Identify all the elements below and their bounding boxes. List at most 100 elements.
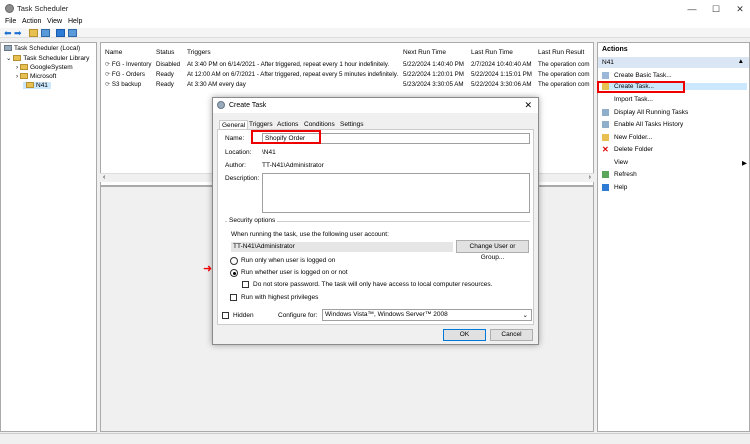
back-icon[interactable]: ⬅ xyxy=(4,29,13,38)
create-task-highlight xyxy=(597,81,685,93)
actions-section-n41[interactable]: N41 ▲ xyxy=(598,57,749,68)
enable-history-action[interactable]: Enable All Tasks History xyxy=(602,121,683,128)
highest-privileges-checkbox[interactable] xyxy=(230,294,237,301)
do-not-store-password-label: Do not store password. The task will onl… xyxy=(253,281,493,288)
title-bar: Task Scheduler — ☐ ✕ xyxy=(0,0,750,18)
column-header-next-run[interactable]: Next Run Time xyxy=(403,49,446,56)
table-row-next-run: 5/22/2024 1:20:01 PM xyxy=(403,71,464,78)
close-button[interactable]: ✕ xyxy=(732,3,748,15)
show-hide-tree-icon[interactable] xyxy=(41,29,50,37)
console-tree: Task Scheduler (Local) ⌄ Task Scheduler … xyxy=(0,42,97,432)
refresh-icon xyxy=(602,171,609,178)
table-row-last-result: The operation com xyxy=(538,81,590,88)
table-row-name[interactable]: ⟳ S3 backup xyxy=(105,81,157,88)
refresh-action[interactable]: Refresh xyxy=(602,171,637,178)
table-row-status: Ready xyxy=(156,71,174,78)
window-title: Task Scheduler xyxy=(17,4,69,13)
clock-icon xyxy=(4,45,12,52)
run-logged-on-radio[interactable] xyxy=(230,257,238,265)
create-basic-task-action[interactable]: Create Basic Task... xyxy=(602,72,672,79)
description-label: Description: xyxy=(225,175,260,182)
dialog-title: Create Task xyxy=(229,102,267,109)
basic-task-icon xyxy=(602,72,609,79)
table-row-last-result: The operation com xyxy=(538,71,590,78)
tree-item-n41[interactable]: N41 xyxy=(23,82,51,89)
table-row-next-run: 5/23/2024 3:30:05 AM xyxy=(403,81,464,88)
table-row-triggers: At 3:40 PM on 6/14/2021 - After triggere… xyxy=(187,61,390,68)
folder-icon xyxy=(26,82,34,89)
configure-for-label: Configure for: xyxy=(278,312,318,319)
column-header-triggers[interactable]: Triggers xyxy=(187,49,211,56)
scroll-left-icon[interactable]: ‹ xyxy=(103,174,105,181)
tree-item-library[interactable]: ⌄ Task Scheduler Library xyxy=(6,54,89,62)
dialog-close-button[interactable]: ✕ xyxy=(524,100,532,111)
show-hide-actions-icon[interactable] xyxy=(68,29,77,37)
folder-icon xyxy=(19,73,28,80)
actions-header: Actions xyxy=(602,46,628,53)
history-icon xyxy=(602,121,609,128)
delete-folder-action[interactable]: ✕ Delete Folder xyxy=(602,146,653,154)
chevron-down-icon[interactable]: ⌄ xyxy=(6,55,11,62)
display-running-tasks-action[interactable]: Display All Running Tasks xyxy=(602,109,688,116)
cancel-button[interactable]: Cancel xyxy=(490,329,533,341)
security-account-prompt: When running the task, use the following… xyxy=(231,231,389,238)
do-not-store-password-checkbox[interactable] xyxy=(242,281,249,288)
menu-view[interactable]: View xyxy=(47,18,62,25)
menu-help[interactable]: Help xyxy=(68,18,82,25)
column-header-last-result[interactable]: Last Run Result xyxy=(538,49,584,56)
configure-for-select[interactable]: Windows Vista™, Windows Server™ 2008 ⌄ xyxy=(322,309,532,321)
highest-privileges-label: Run with highest privileges xyxy=(241,294,319,301)
clock-icon xyxy=(217,101,225,109)
run-logged-on-label: Run only when user is logged on xyxy=(241,257,336,264)
chevron-down-icon: ⌄ xyxy=(522,312,528,319)
hidden-checkbox[interactable] xyxy=(222,312,229,319)
running-tasks-icon xyxy=(602,109,609,116)
name-label: Name: xyxy=(225,135,245,142)
tree-item-googlesystem[interactable]: › GoogleSystem xyxy=(16,64,73,71)
status-bar xyxy=(0,433,750,444)
table-row-status: Ready xyxy=(156,81,174,88)
run-whether-logged-on-radio[interactable] xyxy=(230,269,238,277)
table-row-triggers: At 12:00 AM on 6/7/2021 - After triggere… xyxy=(187,71,399,78)
view-action[interactable]: View ▶ xyxy=(602,159,747,167)
column-header-status[interactable]: Status xyxy=(156,49,174,56)
folder-icon xyxy=(13,55,22,62)
submenu-arrow-icon: ▶ xyxy=(742,160,747,167)
dialog-title-bar: Create Task ✕ xyxy=(213,98,538,113)
import-task-action[interactable]: Import Task... xyxy=(602,96,653,103)
minimize-button[interactable]: — xyxy=(684,3,700,15)
table-row-name[interactable]: ⟳ FG - Inventory xyxy=(105,61,157,68)
change-user-button[interactable]: Change User or Group... xyxy=(456,240,529,261)
table-row-last-result: The operation com xyxy=(538,61,590,68)
description-field[interactable] xyxy=(262,173,530,213)
author-label: Author: xyxy=(225,162,246,169)
location-value: \N41 xyxy=(262,149,276,156)
column-header-last-run[interactable]: Last Run Time xyxy=(471,49,513,56)
chevron-right-icon[interactable]: › xyxy=(16,73,18,80)
tree-item-microsoft[interactable]: › Microsoft xyxy=(16,73,56,80)
location-label: Location: xyxy=(225,149,252,156)
maximize-button[interactable]: ☐ xyxy=(708,3,724,15)
table-row-name[interactable]: ⟳ FG - Orders xyxy=(105,71,157,78)
menu-file[interactable]: File xyxy=(5,18,16,25)
scroll-right-icon[interactable]: › xyxy=(589,174,591,181)
ok-button[interactable]: OK xyxy=(443,329,486,341)
help-action[interactable]: Help xyxy=(602,184,627,191)
menu-bar: File Action View Help xyxy=(0,18,750,28)
collapse-icon[interactable]: ▲ xyxy=(738,58,744,65)
chevron-right-icon[interactable]: › xyxy=(16,64,18,71)
folder-up-icon[interactable] xyxy=(29,29,38,37)
table-row-status: Disabled xyxy=(156,61,181,68)
forward-icon[interactable]: ➡ xyxy=(14,29,23,38)
column-header-name[interactable]: Name xyxy=(105,49,122,56)
hidden-label: Hidden xyxy=(233,312,254,319)
help-icon xyxy=(602,184,609,191)
tree-item-root[interactable]: Task Scheduler (Local) xyxy=(4,45,80,52)
menu-action[interactable]: Action xyxy=(22,18,41,25)
folder-icon xyxy=(602,134,609,141)
new-folder-action[interactable]: New Folder... xyxy=(602,134,652,141)
help-icon[interactable] xyxy=(56,29,65,37)
table-row-next-run: 5/22/2024 1:40:40 PM xyxy=(403,61,464,68)
task-scheduler-app-icon xyxy=(5,4,14,13)
folder-icon xyxy=(19,64,28,71)
